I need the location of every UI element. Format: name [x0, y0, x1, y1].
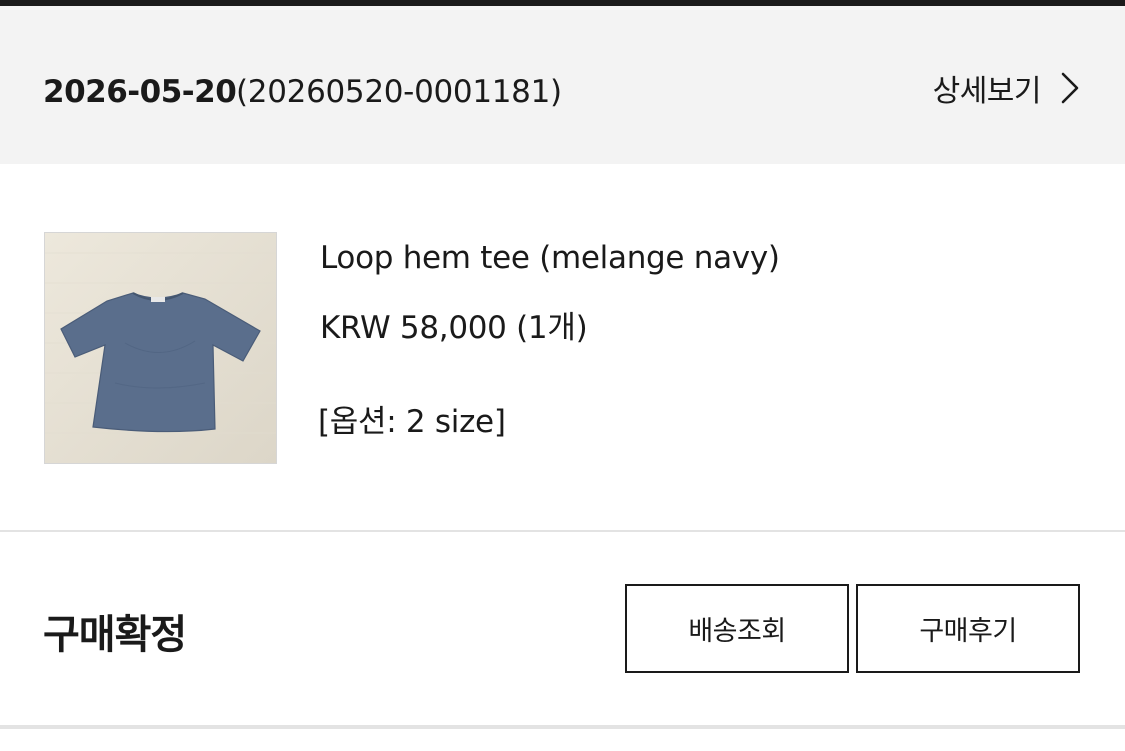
view-details-label: 상세보기	[932, 74, 1042, 109]
order-date: 2026-05-20	[43, 74, 237, 110]
product-image[interactable]	[44, 232, 277, 464]
order-status: 구매확정	[43, 612, 187, 658]
write-review-button[interactable]: 구매후기	[856, 584, 1080, 673]
product-price: KRW 58,000 (1개)	[320, 310, 588, 346]
section-divider	[0, 530, 1125, 532]
chevron-right-icon	[1059, 71, 1081, 105]
t-shirt-image	[45, 233, 276, 463]
track-delivery-button[interactable]: 배송조회	[625, 584, 849, 673]
product-section: Loop hem tee (melange navy) KRW 58,000 (…	[0, 164, 1125, 532]
bottom-divider	[0, 725, 1125, 729]
view-details-link[interactable]: 상세보기	[933, 66, 1081, 110]
product-option: [옵션: 2 size]	[318, 404, 506, 440]
order-header: 2026-05-20 (20260520-0001181) 상세보기	[0, 6, 1125, 164]
product-name[interactable]: Loop hem tee (melange navy)	[320, 240, 780, 276]
order-number: (20260520-0001181)	[236, 74, 562, 110]
